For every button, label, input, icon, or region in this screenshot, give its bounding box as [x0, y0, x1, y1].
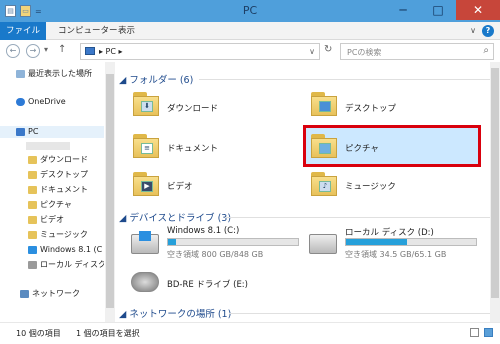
recent-locations-icon[interactable]: ▾ [44, 45, 48, 54]
documents-folder-icon [28, 185, 37, 194]
sidebar-item-pc[interactable]: PC [0, 126, 104, 138]
ribbon-tabs: ファイル コンピューター 表示 ∨ ? [0, 22, 500, 40]
selection-count: 1 個の項目を選択 [76, 329, 140, 338]
windows-drive-icon[interactable] [131, 231, 159, 254]
drive-d-size: 空き領域 34.5 GB/65.1 GB [345, 250, 447, 259]
group-folders-header[interactable]: ◢ フォルダー (6) [119, 72, 193, 86]
refresh-icon[interactable]: ↻ [324, 44, 332, 55]
network-icon [20, 289, 29, 298]
music-folder-icon[interactable]: ♪ [311, 172, 337, 196]
downloads-folder-icon[interactable]: ⬇ [133, 92, 159, 116]
back-button[interactable]: ← [6, 44, 20, 58]
pc-icon [16, 127, 25, 136]
desktop-folder-icon [28, 170, 37, 179]
search-icon[interactable]: ⌕ [483, 45, 489, 56]
documents-folder-icon[interactable]: ≡ [133, 134, 159, 158]
address-path: ▸ PC ▸ [99, 47, 123, 56]
folder-label-videos[interactable]: ビデオ [167, 180, 193, 192]
content-pane: ◢ フォルダー (6) ⬇ ダウンロード デスクトップ ≡ ドキュメント ピクチ… [115, 62, 500, 322]
sidebar-item-recent[interactable]: 最近表示した場所 [16, 68, 104, 80]
sidebar-item-documents[interactable]: ドキュメント [28, 184, 104, 196]
folder-label-pictures[interactable]: ピクチャ [345, 142, 379, 154]
desktop-folder-icon[interactable] [311, 92, 337, 116]
address-dropdown-icon[interactable]: ∨ [309, 47, 315, 56]
group-divider [229, 313, 491, 314]
group-network-header[interactable]: ◢ ネットワークの場所 (1) [119, 306, 231, 320]
drive-d-label[interactable]: ローカル ディスク (D:) [345, 226, 434, 238]
collapse-icon: ◢ [119, 75, 130, 86]
group-divider [225, 217, 491, 218]
sidebar-item-network[interactable]: ネットワーク [20, 288, 104, 300]
downloads-folder-icon [28, 155, 37, 164]
help-icon[interactable]: ? [482, 25, 494, 37]
minimize-ribbon-button[interactable]: ∨ [470, 26, 476, 35]
drive-c-size: 空き領域 800 GB/848 GB [167, 250, 264, 259]
sidebar-item-desktop[interactable]: デスクトップ [28, 169, 104, 181]
folder-label-desktop[interactable]: デスクトップ [345, 102, 396, 114]
status-bar: 10 個の項目 1 個の項目を選択 [0, 322, 500, 344]
onedrive-icon [16, 97, 25, 106]
forward-button[interactable]: → [26, 44, 40, 58]
sidebar-item-drive-d[interactable]: ローカル ディスク (D [28, 259, 104, 271]
drive-c-label[interactable]: Windows 8.1 (C:) [167, 226, 239, 236]
tab-file[interactable]: ファイル [0, 22, 46, 40]
drive-e-label[interactable]: BD-RE ドライブ (E:) [167, 278, 248, 290]
large-icons-view-icon[interactable] [484, 328, 493, 337]
sidebar-user-item[interactable] [26, 142, 70, 150]
sidebar-item-downloads[interactable]: ダウンロード [28, 154, 104, 166]
search-input[interactable]: PCの検索 ⌕ [340, 43, 494, 60]
sidebar-item-pictures[interactable]: ピクチャ [28, 199, 104, 211]
group-drives-header[interactable]: ◢ デバイスとドライブ (3) [119, 210, 231, 224]
address-field[interactable]: ▸ PC ▸ ∨ [80, 43, 320, 60]
sidebar-scroll-thumb[interactable] [106, 74, 114, 308]
collapse-icon: ◢ [119, 213, 130, 224]
bd-drive-icon[interactable] [131, 272, 159, 292]
folder-label-music[interactable]: ミュージック [345, 180, 396, 192]
videos-folder-icon [28, 215, 37, 224]
close-button[interactable]: ✕ [456, 0, 500, 20]
pictures-folder-icon[interactable] [311, 134, 337, 158]
maximize-button[interactable]: □ [421, 0, 455, 20]
videos-folder-icon[interactable]: ▶ [133, 172, 159, 196]
sidebar-item-music[interactable]: ミュージック [28, 229, 104, 241]
up-button[interactable]: ↑ [58, 44, 66, 55]
folder-label-documents[interactable]: ドキュメント [167, 142, 218, 154]
folder-label-downloads[interactable]: ダウンロード [167, 102, 218, 114]
pc-icon [85, 47, 95, 55]
drive-d-usage-bar [345, 238, 477, 246]
sidebar-item-drive-c[interactable]: Windows 8.1 (C [28, 244, 104, 256]
collapse-icon: ◢ [119, 309, 130, 320]
group-divider [199, 79, 491, 80]
sidebar-item-videos[interactable]: ビデオ [28, 214, 104, 226]
minimize-button[interactable]: ─ [386, 0, 420, 20]
drive-c-usage-bar [167, 238, 299, 246]
search-placeholder: PCの検索 [347, 48, 382, 57]
item-count: 10 個の項目 [16, 329, 61, 338]
pictures-folder-icon [28, 200, 37, 209]
address-bar-row: ← → ▾ ↑ ▸ PC ▸ ∨ ↻ PCの検索 ⌕ [0, 40, 500, 62]
drive-icon [28, 260, 37, 269]
recent-places-icon [16, 69, 25, 78]
sidebar-item-onedrive[interactable]: OneDrive [16, 96, 104, 108]
details-view-icon[interactable] [470, 328, 479, 337]
music-folder-icon [28, 230, 37, 239]
windows-logo-icon [139, 231, 151, 241]
windows-drive-icon [28, 245, 37, 254]
tab-view[interactable]: 表示 [110, 22, 143, 40]
drive-d-icon[interactable] [309, 234, 337, 254]
content-scroll-thumb[interactable] [491, 68, 499, 298]
navigation-pane: 最近表示した場所 OneDrive PC ダウンロード デスクトップ ドキュメン… [0, 62, 115, 322]
